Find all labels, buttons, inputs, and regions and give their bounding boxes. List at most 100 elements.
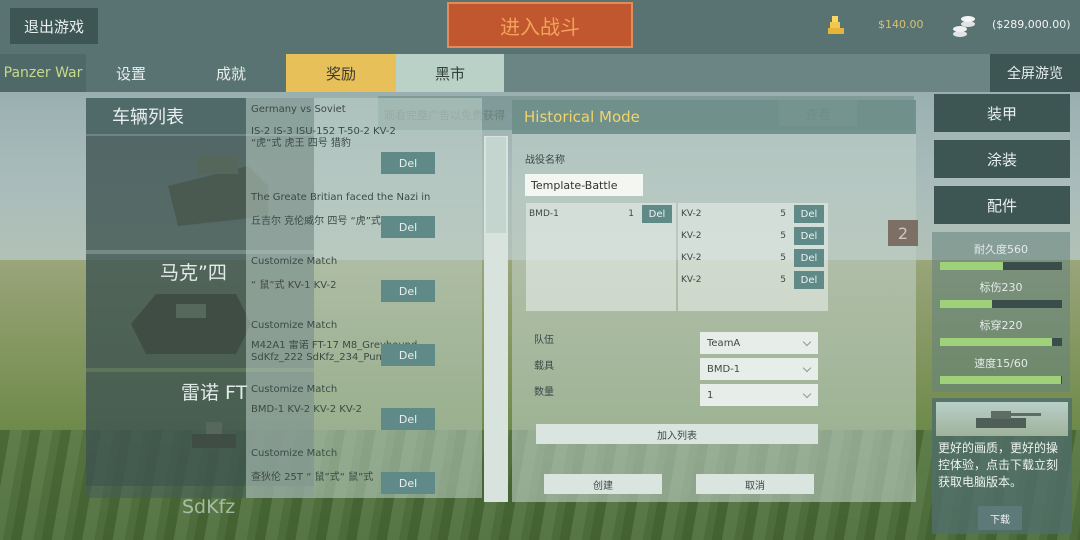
match-list-item[interactable]: Customize Match M42A1 雷诺 FT-17 M8_Greyho… bbox=[246, 312, 482, 370]
stat-damage: 标伤230 bbox=[940, 279, 1062, 308]
money-stack-icon bbox=[953, 16, 975, 37]
tab-black-market[interactable]: 黑市 bbox=[396, 54, 504, 92]
delete-roster-button[interactable]: Del bbox=[642, 205, 672, 223]
armor-button[interactable]: 装甲 bbox=[934, 94, 1070, 132]
team-select[interactable]: TeamA bbox=[700, 332, 818, 354]
cash-value: ($289,000.00) bbox=[992, 18, 1071, 31]
match-list-item[interactable]: Customize Match BMD-1 KV-2 KV-2 KV-2 Del bbox=[246, 376, 482, 434]
roster-row: KV-2 5 Del bbox=[678, 270, 828, 290]
match-list-item[interactable]: Customize Match “ 鼠”式 KV-1 KV-2 Del bbox=[246, 248, 482, 306]
roster-vehicle-count: 5 bbox=[780, 253, 786, 263]
team-b-roster: KV-2 5 Del KV-2 5 Del KV-2 5 Del KV-2 5 … bbox=[678, 203, 828, 311]
roster-vehicle-name: KV-2 bbox=[681, 275, 702, 285]
stat-penetration: 标穿220 bbox=[940, 317, 1062, 346]
match-title: The Greate Britian faced the Nazi in bbox=[251, 192, 431, 203]
enter-battle-button[interactable]: 进入战斗 bbox=[447, 2, 633, 48]
stat-bar-fill bbox=[940, 338, 1053, 346]
team-select-value: TeamA bbox=[707, 337, 741, 349]
delete-match-button[interactable]: Del bbox=[381, 344, 435, 366]
delete-match-button[interactable]: Del bbox=[381, 280, 435, 302]
vehicle-name: 马克”四 bbox=[160, 262, 227, 284]
match-title: Customize Match bbox=[251, 384, 338, 395]
download-button[interactable]: 下载 bbox=[978, 506, 1022, 530]
tank-mark-iv-icon bbox=[131, 294, 251, 354]
tab-settings[interactable]: 设置 bbox=[86, 54, 176, 92]
roster-vehicle-count: 5 bbox=[780, 209, 786, 219]
roster-vehicle-name: KV-2 bbox=[681, 253, 702, 263]
stat-label: 标伤230 bbox=[979, 281, 1023, 294]
stat-label: 速度15/60 bbox=[974, 357, 1028, 370]
cancel-button[interactable]: 取消 bbox=[696, 474, 814, 494]
brand-label: Panzer War bbox=[0, 54, 86, 92]
roster-vehicle-name: BMD-1 bbox=[529, 209, 559, 219]
stat-bar-fill bbox=[940, 300, 993, 308]
chevron-down-icon bbox=[802, 337, 812, 347]
match-list-item[interactable]: Customize Match 查狄伦 25T “ 鼠”式“ 鼠”式 Del bbox=[246, 440, 482, 498]
match-title: Customize Match bbox=[251, 448, 338, 459]
roster-row: KV-2 5 Del bbox=[678, 204, 828, 224]
roster-vehicle-name: KV-2 bbox=[681, 209, 702, 219]
promo-image bbox=[936, 402, 1068, 436]
stat-bar bbox=[940, 300, 1062, 308]
quantity-select[interactable]: 1 bbox=[700, 384, 818, 406]
vehicle-name: 雷诺 FT bbox=[181, 382, 248, 404]
team-a-roster: BMD-1 1 Del bbox=[526, 203, 676, 311]
delete-roster-button[interactable]: Del bbox=[794, 271, 824, 289]
roster-vehicle-count: 1 bbox=[628, 209, 634, 219]
tab-rewards[interactable]: 奖励 bbox=[286, 54, 396, 92]
match-list: Germany vs Soviet IS-2 IS-3 ISU-152 T-50… bbox=[246, 98, 482, 498]
create-button[interactable]: 创建 bbox=[544, 474, 662, 494]
match-list-item[interactable]: The Greate Britian faced the Nazi in 丘吉尔… bbox=[246, 184, 482, 242]
roster-vehicle-count: 5 bbox=[780, 275, 786, 285]
scrollbar-thumb[interactable] bbox=[486, 137, 506, 233]
stat-bar bbox=[940, 376, 1062, 384]
tank-promo-icon bbox=[976, 411, 1041, 428]
delete-roster-button[interactable]: Del bbox=[794, 227, 824, 245]
campaign-name-label: 战役名称 bbox=[525, 155, 565, 166]
exit-game-button[interactable]: 退出游戏 bbox=[10, 8, 98, 44]
roster-row: BMD-1 1 Del bbox=[526, 204, 676, 224]
coins-value: $140.00 bbox=[878, 18, 924, 31]
vehicle-select[interactable]: BMD-1 bbox=[700, 358, 818, 380]
roster-vehicle-name: KV-2 bbox=[681, 231, 702, 241]
delete-match-button[interactable]: Del bbox=[381, 152, 435, 174]
vehicle-name-partial: SdKfz bbox=[182, 496, 236, 518]
chevron-down-icon bbox=[802, 389, 812, 399]
stat-speed: 速度15/60 bbox=[940, 355, 1062, 384]
stat-bar-fill bbox=[940, 262, 1004, 270]
team-label: 队伍 bbox=[534, 335, 554, 346]
level-badge: 2 bbox=[888, 220, 918, 246]
quantity-label: 数量 bbox=[534, 387, 554, 398]
add-to-list-button[interactable]: 加入列表 bbox=[536, 424, 818, 444]
campaign-name-input[interactable] bbox=[525, 174, 643, 196]
tab-achievements[interactable]: 成就 bbox=[176, 54, 286, 92]
match-title: Customize Match bbox=[251, 256, 338, 267]
vehicle-label: 载具 bbox=[534, 361, 554, 372]
match-list-item[interactable]: Germany vs Soviet IS-2 IS-3 ISU-152 T-50… bbox=[246, 104, 482, 176]
stat-durability: 耐久度560 bbox=[940, 241, 1062, 270]
quantity-select-value: 1 bbox=[707, 389, 714, 401]
promo-text: 更好的画质，更好的操控体验，点击下载立刻获取电脑版本。 bbox=[938, 441, 1059, 489]
roster-vehicle-count: 5 bbox=[780, 231, 786, 241]
stat-bar-fill bbox=[940, 376, 1061, 384]
delete-roster-button[interactable]: Del bbox=[794, 205, 824, 223]
delete-roster-button[interactable]: Del bbox=[794, 249, 824, 267]
fullscreen-button[interactable]: 全屏游览 bbox=[990, 54, 1080, 92]
stat-bar bbox=[940, 262, 1062, 270]
vehicle-select-value: BMD-1 bbox=[707, 363, 741, 375]
delete-match-button[interactable]: Del bbox=[381, 472, 435, 494]
delete-match-button[interactable]: Del bbox=[381, 216, 435, 238]
match-title: Customize Match bbox=[251, 320, 338, 331]
roster-row: KV-2 5 Del bbox=[678, 248, 828, 268]
parts-button[interactable]: 配件 bbox=[934, 186, 1070, 224]
stat-label: 标穿220 bbox=[979, 319, 1023, 332]
delete-match-button[interactable]: Del bbox=[381, 408, 435, 430]
paint-button[interactable]: 涂装 bbox=[934, 140, 1070, 178]
match-title: Germany vs Soviet bbox=[251, 104, 346, 115]
stat-bar bbox=[940, 338, 1062, 346]
roster-row: KV-2 5 Del bbox=[678, 226, 828, 246]
tank-ft17-icon bbox=[192, 422, 236, 448]
chevron-down-icon bbox=[802, 363, 812, 373]
coins-icon bbox=[828, 16, 844, 34]
match-desc: IS-2 IS-3 ISU-152 T-50-2 KV-2 “虎”式 虎王 四号… bbox=[251, 126, 396, 149]
